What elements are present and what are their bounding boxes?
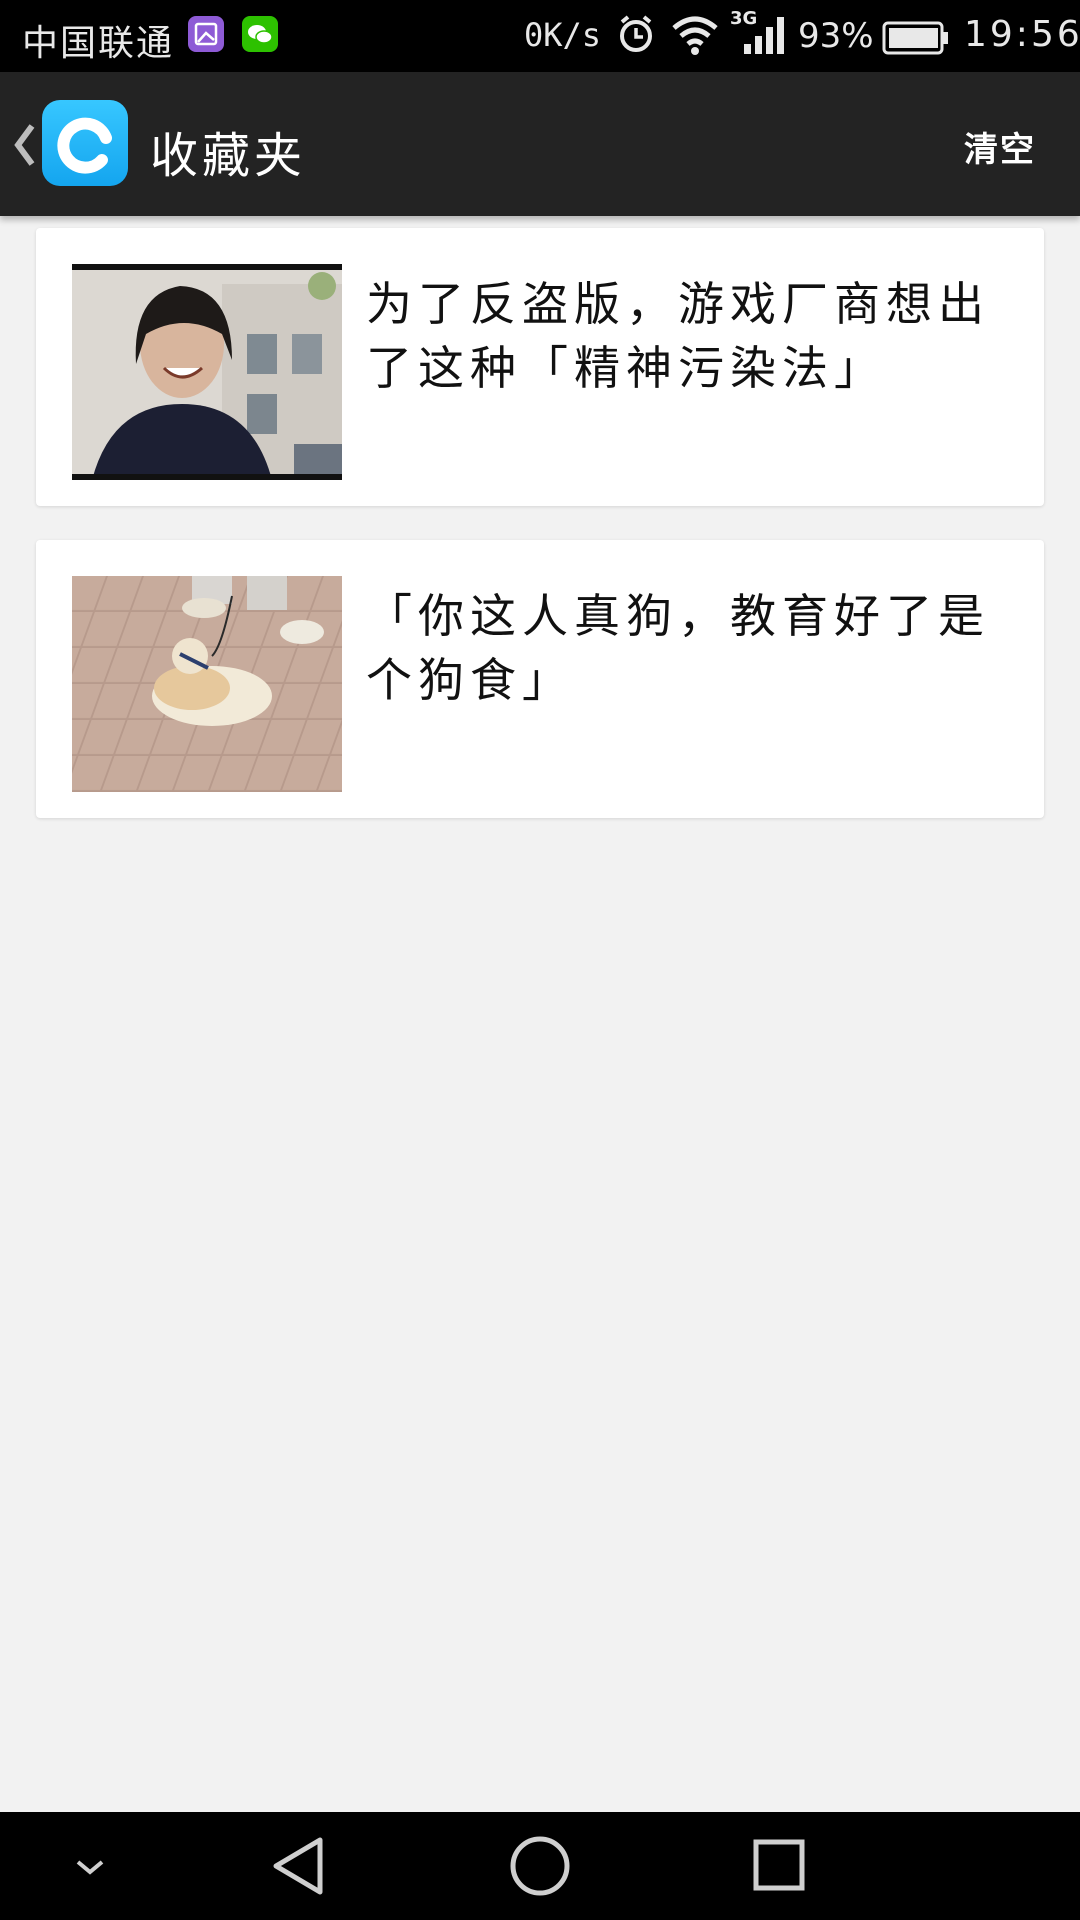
screen: 中国联通 0K/s 3G 93% 19:56 收藏夹 清空 为了反盗版，游戏厂商… xyxy=(0,0,1080,1920)
wechat-icon xyxy=(242,16,278,52)
favorite-title: 为了反盗版，游戏厂商想出了这种「精神污染法」 xyxy=(366,277,990,395)
signal-icon xyxy=(744,17,784,54)
net-speed: 0K/s xyxy=(524,16,602,54)
home-circle-icon[interactable] xyxy=(500,1812,580,1920)
status-bar: 中国联通 0K/s 3G 93% 19:56 xyxy=(0,0,1080,72)
collapse-chevron-icon[interactable] xyxy=(50,1812,130,1920)
gallery-icon xyxy=(188,16,224,52)
carrier-name: 中国联通 xyxy=(22,23,175,64)
back-chevron-icon[interactable] xyxy=(12,122,36,168)
action-bar: 收藏夹 清空 xyxy=(0,72,1080,216)
thumbnail-image xyxy=(72,264,342,480)
favorites-list: 为了反盗版，游戏厂商想出了这种「精神污染法」 「你这人真狗，教育好了是个狗食」 xyxy=(36,228,1044,852)
alarm-icon xyxy=(620,15,652,52)
back-triangle-icon[interactable] xyxy=(260,1812,340,1920)
battery-icon xyxy=(882,21,948,55)
app-logo-icon[interactable] xyxy=(42,100,128,186)
clock: 19:56 xyxy=(964,14,1080,55)
favorite-item[interactable]: 为了反盗版，游戏厂商想出了这种「精神污染法」 xyxy=(36,228,1044,506)
navigation-bar xyxy=(0,1812,1080,1920)
recents-square-icon[interactable] xyxy=(740,1812,820,1920)
page-title: 收藏夹 xyxy=(150,128,307,184)
favorite-title: 「你这人真狗，教育好了是个狗食」 xyxy=(366,589,990,707)
wifi-icon xyxy=(672,16,718,55)
thumbnail-image xyxy=(72,576,342,792)
battery-percent: 93% xyxy=(798,16,874,56)
clear-button[interactable]: 清空 xyxy=(964,122,1036,171)
favorite-item[interactable]: 「你这人真狗，教育好了是个狗食」 xyxy=(36,540,1044,818)
